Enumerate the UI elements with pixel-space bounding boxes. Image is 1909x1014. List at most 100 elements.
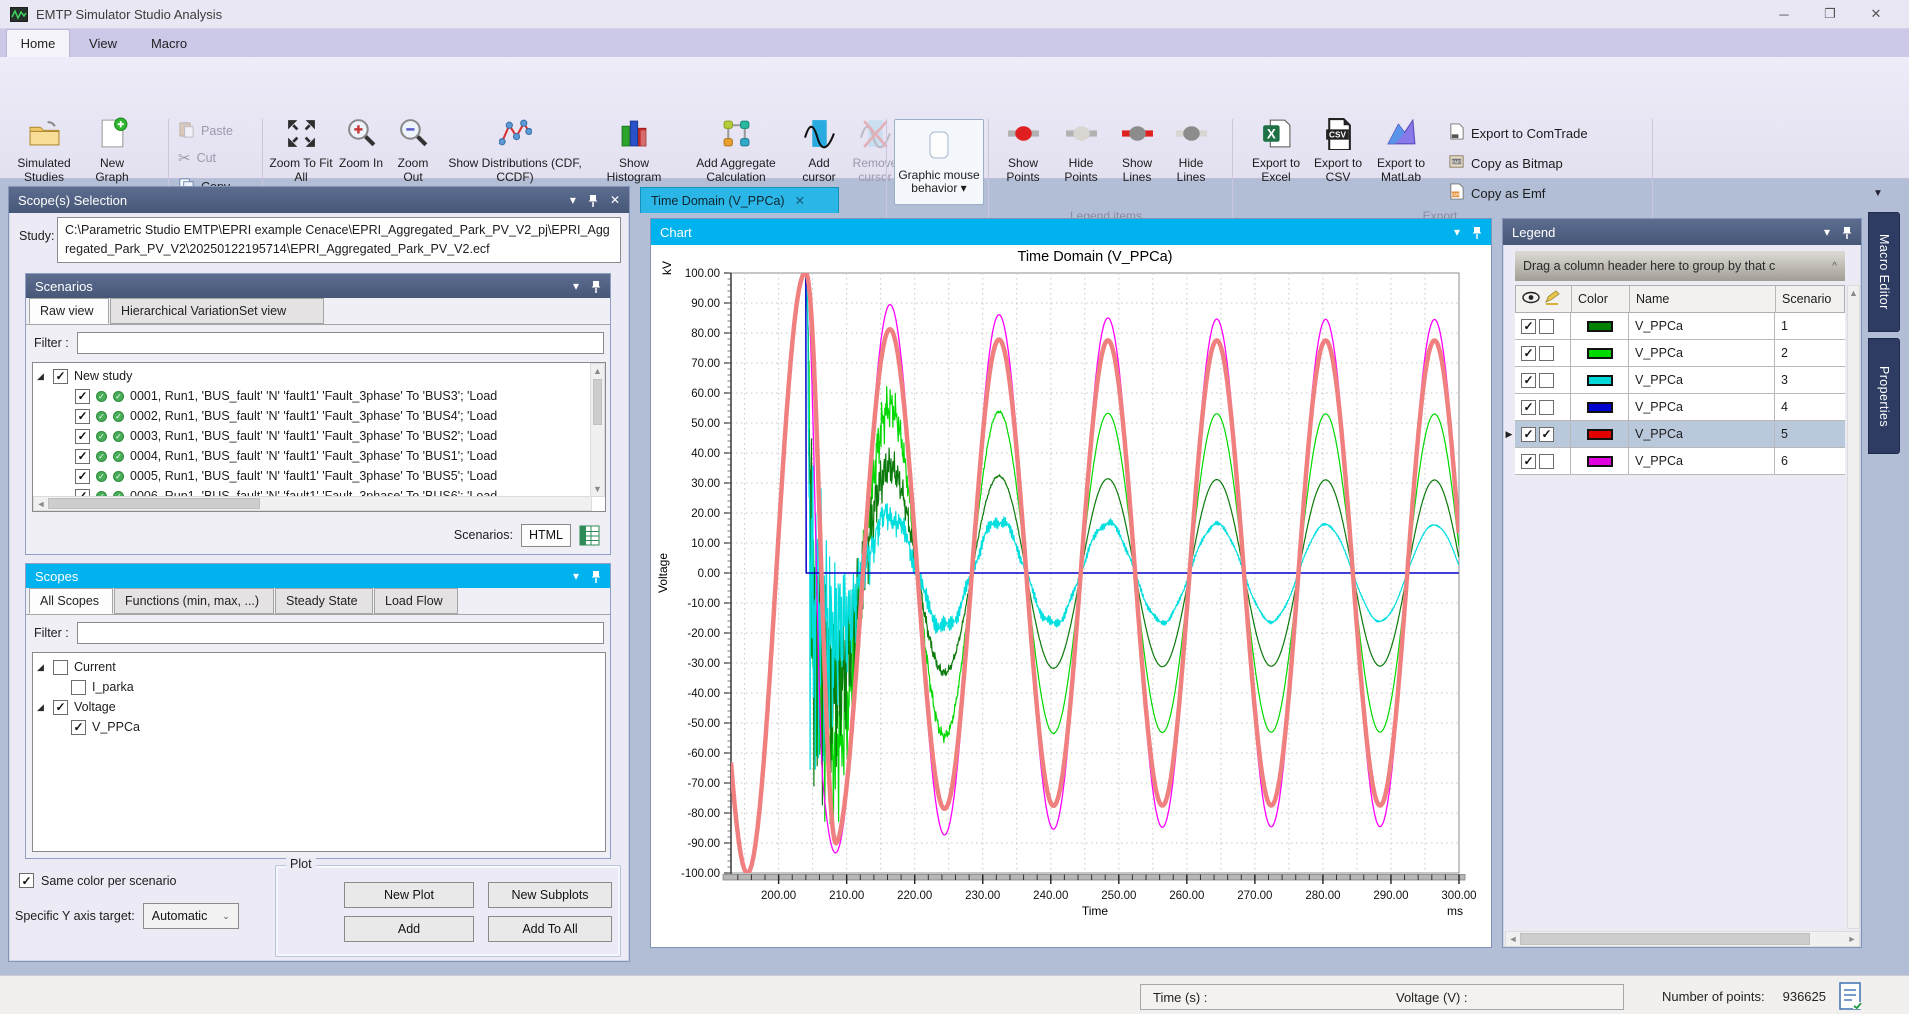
panel-dropdown-icon[interactable]: ▾: [573, 279, 579, 293]
pin-icon[interactable]: [1472, 226, 1482, 239]
v-ppca-checkbox[interactable]: [71, 720, 86, 735]
visibility-checkbox[interactable]: [1521, 346, 1536, 361]
pin-icon[interactable]: [588, 194, 598, 207]
scenarios-filter-input[interactable]: [77, 332, 604, 354]
tab-steady-state[interactable]: Steady State: [275, 588, 373, 614]
pin-icon[interactable]: [591, 280, 601, 293]
visibility-checkbox[interactable]: [1521, 319, 1536, 334]
window-list-chevron-icon[interactable]: ▼: [1868, 188, 1888, 204]
horizontal-scrollbar[interactable]: ◄: [33, 496, 592, 511]
tab-close-icon[interactable]: ✕: [795, 193, 805, 208]
visibility-checkbox[interactable]: [1521, 400, 1536, 415]
tree-row-scenario[interactable]: 0004, Run1, 'BUS_fault' 'N' 'fault1' 'Fa…: [37, 446, 603, 466]
add-to-all-button[interactable]: Add To All: [488, 916, 612, 942]
legend-row[interactable]: V_PPCa 2: [1515, 340, 1845, 367]
same-color-checkbox[interactable]: [19, 873, 34, 888]
tree-row-scenario[interactable]: 0003, Run1, 'BUS_fault' 'N' 'fault1' 'Fa…: [37, 426, 603, 446]
pen-checkbox[interactable]: [1539, 400, 1554, 415]
graphic-mouse-behavior-button[interactable]: Graphic mouse behavior ▾: [894, 119, 984, 205]
visibility-checkbox[interactable]: [1521, 454, 1536, 469]
legend-row[interactable]: V_PPCa 4: [1515, 394, 1845, 421]
export-to-excel-button[interactable]: X Export to Excel: [1246, 117, 1306, 184]
expander-icon[interactable]: ◢: [37, 371, 47, 382]
tab-properties[interactable]: Properties: [1868, 338, 1900, 454]
legend-vscrollbar[interactable]: ▲: [1847, 285, 1860, 929]
show-lines-button[interactable]: Show Lines: [1112, 117, 1162, 184]
paste-button[interactable]: Paste: [178, 121, 233, 141]
current-checkbox[interactable]: [53, 660, 68, 675]
i-parka-checkbox[interactable]: [71, 680, 86, 695]
pen-checkbox[interactable]: [1539, 319, 1554, 334]
panel-dropdown-icon[interactable]: ▾: [1454, 225, 1460, 239]
legend-row-selected[interactable]: V_PPCa 5: [1515, 421, 1845, 448]
column-header-scenario[interactable]: Scenario: [1776, 286, 1846, 312]
zoom-to-fit-all-button[interactable]: Zoom To Fit All: [268, 117, 334, 184]
scenario-checkbox[interactable]: [75, 389, 90, 404]
y-axis-target-select[interactable]: Automatic ⌄: [143, 903, 239, 929]
cut-button[interactable]: ✂ Cut: [178, 149, 216, 167]
tree-row-new-study[interactable]: ◢ New study: [37, 366, 603, 386]
new-subplots-button[interactable]: New Subplots: [488, 882, 612, 908]
copy-as-emf-button[interactable]: EMF Copy as Emf: [1448, 183, 1545, 203]
zoom-out-button[interactable]: Zoom Out: [388, 117, 438, 184]
scenarios-html-button[interactable]: HTML: [521, 524, 571, 547]
pin-icon[interactable]: [591, 570, 601, 583]
expander-icon[interactable]: ◢: [37, 662, 47, 673]
add-aggregate-calculation-button[interactable]: Add Aggregate Calculation: [680, 117, 792, 184]
new-graph-button[interactable]: New Graph: [84, 117, 140, 184]
pin-icon[interactable]: [1842, 226, 1852, 239]
document-tab[interactable]: Time Domain (V_PPCa) ✕: [640, 187, 839, 213]
column-header-color[interactable]: Color: [1572, 286, 1630, 312]
show-histogram-button[interactable]: Show Histogram: [592, 117, 676, 184]
hide-lines-button[interactable]: Hide Lines: [1166, 117, 1216, 184]
tab-macro[interactable]: Macro: [136, 29, 202, 57]
tab-functions[interactable]: Functions (min, max, ...): [114, 588, 274, 614]
pen-checkbox[interactable]: [1539, 427, 1554, 442]
tab-view[interactable]: View: [72, 29, 134, 57]
minimize-button[interactable]: ─: [1761, 0, 1807, 29]
legend-row[interactable]: V_PPCa 1: [1515, 313, 1845, 340]
tree-row-current[interactable]: ◢Current: [37, 657, 601, 677]
report-icon[interactable]: [1838, 982, 1862, 1013]
scenarios-excel-icon[interactable]: [579, 525, 600, 546]
pencil-icon[interactable]: [1545, 290, 1560, 308]
copy-as-bitmap-button[interactable]: BMP Copy as Bitmap: [1448, 153, 1563, 173]
new-study-checkbox[interactable]: [53, 369, 68, 384]
close-panel-icon[interactable]: ✕: [610, 193, 620, 207]
tree-row-scenario[interactable]: 0001, Run1, 'BUS_fault' 'N' 'fault1' 'Fa…: [37, 386, 603, 406]
scenario-checkbox[interactable]: [75, 449, 90, 464]
column-header-name[interactable]: Name: [1630, 286, 1776, 312]
scenario-checkbox[interactable]: [75, 429, 90, 444]
tab-home[interactable]: Home: [6, 29, 70, 57]
simulated-studies-button[interactable]: Simulated Studies: [8, 117, 80, 184]
add-cursor-button[interactable]: Add cursor: [796, 117, 842, 184]
export-to-matlab-button[interactable]: Export to MatLab: [1370, 117, 1432, 184]
expander-icon[interactable]: ◢: [37, 702, 47, 713]
pen-checkbox[interactable]: [1539, 454, 1554, 469]
legend-row[interactable]: V_PPCa 3: [1515, 367, 1845, 394]
show-points-button[interactable]: Show Points: [996, 117, 1050, 184]
tree-row-scenario[interactable]: 0002, Run1, 'BUS_fault' 'N' 'fault1' 'Fa…: [37, 406, 603, 426]
tab-load-flow[interactable]: Load Flow: [374, 588, 458, 614]
legend-hscrollbar[interactable]: ◄ ►: [1505, 931, 1860, 947]
export-to-comtrade-button[interactable]: Export to ComTrade: [1448, 123, 1588, 143]
zoom-in-button[interactable]: Zoom In: [338, 117, 384, 170]
eye-icon[interactable]: [1522, 291, 1541, 307]
scopes-filter-input[interactable]: [77, 622, 604, 644]
tree-row-i-parka[interactable]: I_parka: [37, 677, 601, 697]
study-path-field[interactable]: C:\Parametric Studio EMTP\EPRI example C…: [57, 217, 621, 263]
tab-macro-editor[interactable]: Macro Editor: [1868, 212, 1900, 332]
legend-row[interactable]: V_PPCa 6: [1515, 448, 1845, 475]
hide-points-button[interactable]: Hide Points: [1054, 117, 1108, 184]
tree-row-v-ppca[interactable]: V_PPCa: [37, 717, 601, 737]
time-domain-chart[interactable]: Time Domain (V_PPCa)kVVoltage-100.00-90.…: [651, 245, 1491, 947]
voltage-checkbox[interactable]: [53, 700, 68, 715]
pen-checkbox[interactable]: [1539, 346, 1554, 361]
maximize-button[interactable]: ❐: [1807, 0, 1853, 29]
visibility-checkbox[interactable]: [1521, 373, 1536, 388]
add-button[interactable]: Add: [344, 916, 474, 942]
tab-hierarchical-variationset-view[interactable]: Hierarchical VariationSet view: [110, 298, 324, 324]
panel-dropdown-icon[interactable]: ▾: [573, 569, 579, 583]
panel-dropdown-icon[interactable]: ▾: [1824, 225, 1830, 239]
pen-checkbox[interactable]: [1539, 373, 1554, 388]
